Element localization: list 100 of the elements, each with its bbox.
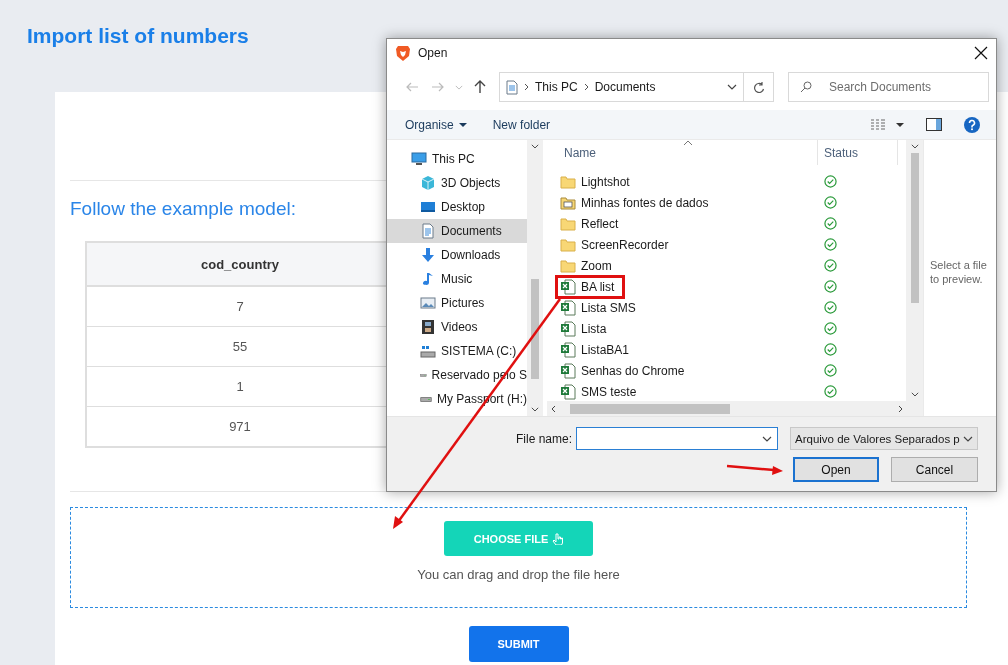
caret-icon	[458, 122, 467, 127]
file-name[interactable]: BA list	[581, 279, 615, 294]
scroll-up-icon	[531, 144, 539, 149]
help-icon[interactable]	[964, 116, 980, 133]
file-name[interactable]: Zoom	[581, 258, 612, 273]
scrollbar-thumb[interactable]	[910, 152, 919, 303]
dialog-title: Open	[418, 45, 449, 60]
scroll-up-icon	[910, 144, 919, 149]
check-circle-icon	[824, 196, 837, 209]
spreadsheet-icon	[560, 383, 576, 400]
spreadsheet-icon	[560, 320, 576, 337]
file-name[interactable]: Senhas do Chrome	[581, 363, 685, 378]
chevron-down-icon	[762, 436, 772, 442]
file-name[interactable]: Lightshot	[581, 174, 630, 189]
refresh-icon	[752, 80, 765, 94]
file-name[interactable]: Minhas fontes de dados	[581, 195, 709, 210]
forward-arrow-icon[interactable]	[431, 82, 445, 92]
check-circle-icon	[824, 280, 837, 293]
file-name[interactable]: SMS teste	[581, 384, 637, 399]
folder-icon	[560, 257, 576, 274]
lion-shield-icon	[396, 44, 410, 61]
status-column-header[interactable]: Status	[818, 140, 898, 165]
annotation-arrow	[726, 464, 783, 475]
chevron-down-icon	[963, 435, 973, 442]
check-circle-icon	[824, 322, 837, 335]
folder-icon	[560, 194, 576, 211]
address-bar[interactable]: This PC Documents	[499, 72, 744, 102]
section-heading: Follow the example model:	[70, 198, 296, 220]
refresh-button[interactable]	[744, 72, 774, 102]
scroll-right-icon	[898, 404, 903, 413]
check-circle-icon	[824, 238, 837, 251]
check-circle-icon	[824, 343, 837, 356]
nav-item[interactable]: Desktop	[387, 195, 527, 219]
film-icon	[420, 319, 436, 335]
search-icon	[800, 81, 812, 93]
chevron-right-icon	[583, 83, 589, 91]
spreadsheet-icon	[560, 341, 576, 358]
scroll-down-icon	[910, 392, 919, 397]
open-button[interactable]: Open	[793, 457, 879, 482]
organise-menu[interactable]: Organise	[397, 113, 475, 136]
check-circle-icon	[824, 385, 837, 398]
scrollbar[interactable]	[906, 140, 923, 401]
chevron-right-icon	[524, 83, 529, 91]
folder-icon	[560, 173, 576, 190]
folder-icon	[560, 215, 576, 232]
document-icon	[420, 223, 436, 239]
breadcrumb-item[interactable]: Documents	[594, 80, 656, 94]
scrollbar-thumb[interactable]	[531, 278, 539, 379]
spreadsheet-icon	[560, 278, 576, 295]
file-name[interactable]: Lista SMS	[581, 300, 636, 315]
file-type-dropdown[interactable]: Arquivo de Valores Separados p	[790, 427, 978, 450]
preview-pane-icon[interactable]	[926, 118, 942, 131]
drop-zone[interactable]: CHOOSE FILE You can drag and drop the file here	[70, 507, 967, 608]
horizontal-scrollbar[interactable]	[547, 401, 923, 416]
cancel-button[interactable]: Cancel	[891, 457, 978, 482]
submit-button[interactable]: SUBMIT	[468, 626, 569, 662]
close-icon[interactable]	[974, 45, 988, 60]
hand-icon	[552, 532, 564, 545]
breadcrumb-item[interactable]: This PC	[535, 80, 578, 94]
nav-item[interactable]: Documents	[387, 219, 527, 243]
scroll-down-icon	[531, 407, 539, 412]
drive-icon	[420, 395, 432, 403]
file-name-field[interactable]	[576, 427, 778, 450]
file-name[interactable]: Lista	[581, 321, 607, 336]
nav-item[interactable]: This PC	[387, 147, 527, 171]
spreadsheet-icon	[560, 362, 576, 379]
folder-icon	[560, 236, 576, 253]
file-name-label: File name:	[515, 431, 572, 446]
nav-item[interactable]: 3D Objects	[387, 171, 527, 195]
check-circle-icon	[824, 301, 837, 314]
sort-caret-icon	[683, 140, 693, 146]
drop-hint: You can drag and drop the file here	[417, 567, 620, 583]
search-field[interactable]: Search Documents	[788, 72, 989, 102]
scroll-left-icon	[551, 404, 556, 413]
file-name[interactable]: ScreenRecorder	[581, 237, 669, 252]
scrollbar[interactable]	[527, 140, 543, 416]
new-folder-button[interactable]: New folder	[484, 113, 559, 136]
scrollbar-thumb[interactable]	[570, 403, 730, 414]
check-circle-icon	[824, 364, 837, 377]
file-name[interactable]: ListaBA1	[581, 342, 630, 357]
up-arrow-icon[interactable]	[474, 80, 486, 94]
view-list-icon[interactable]	[870, 118, 886, 131]
document-icon	[506, 79, 518, 95]
drive-icon	[420, 343, 436, 359]
caret-icon[interactable]	[896, 122, 904, 127]
cube-icon	[420, 175, 436, 191]
spreadsheet-icon	[560, 299, 576, 316]
download-icon	[420, 247, 436, 263]
chevron-down-icon	[727, 84, 737, 90]
check-circle-icon	[824, 217, 837, 230]
chevron-down-icon[interactable]	[455, 84, 463, 90]
back-arrow-icon[interactable]	[405, 82, 419, 92]
check-circle-icon	[824, 259, 837, 272]
name-column-header[interactable]: Name	[547, 140, 818, 165]
file-name[interactable]: Reflect	[581, 216, 619, 231]
preview-hint: Select a file to preview.	[930, 258, 988, 286]
page-title: Import list of numbers	[27, 24, 249, 48]
check-circle-icon	[824, 175, 837, 188]
desktop-icon	[420, 199, 436, 215]
monitor-icon	[411, 151, 427, 167]
